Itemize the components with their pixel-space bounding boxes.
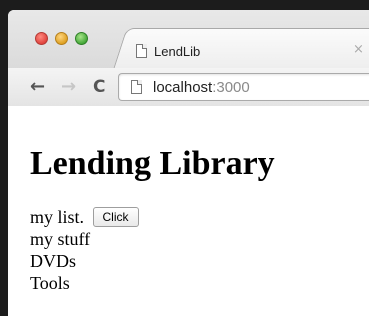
- tab-title: LendLib: [154, 43, 201, 59]
- list-item: Tools: [30, 273, 70, 293]
- reload-icon[interactable]: C: [93, 76, 105, 98]
- minimize-window-button[interactable]: [55, 32, 68, 45]
- close-icon[interactable]: ×: [353, 42, 364, 57]
- list-section: my list. Click my stuff DVDs Tools: [30, 206, 369, 294]
- list-label-line: my list. Click: [30, 206, 369, 228]
- address-bar[interactable]: localhost:3000: [118, 73, 369, 101]
- list-item: my stuff: [30, 229, 91, 249]
- browser-window: LendLib × ← → C localhost:3000 Lending L…: [8, 10, 369, 316]
- list-item: DVDs: [30, 251, 77, 271]
- zoom-window-button[interactable]: [75, 32, 88, 45]
- click-button[interactable]: Click: [92, 207, 139, 228]
- list-label: my list.: [30, 207, 85, 227]
- url-text: localhost:3000: [153, 79, 250, 96]
- url-port: :3000: [212, 79, 250, 96]
- forward-arrow-icon[interactable]: →: [61, 76, 76, 98]
- page-content: Lending Library my list. Click my stuff …: [8, 107, 369, 294]
- url-host: localhost: [153, 79, 213, 96]
- back-arrow-icon[interactable]: ←: [30, 76, 45, 98]
- close-window-button[interactable]: [35, 32, 48, 45]
- page-icon: [131, 80, 142, 94]
- tab-label-group: LendLib: [136, 38, 200, 64]
- page-icon: [136, 44, 147, 58]
- page-title: Lending Library: [30, 145, 275, 182]
